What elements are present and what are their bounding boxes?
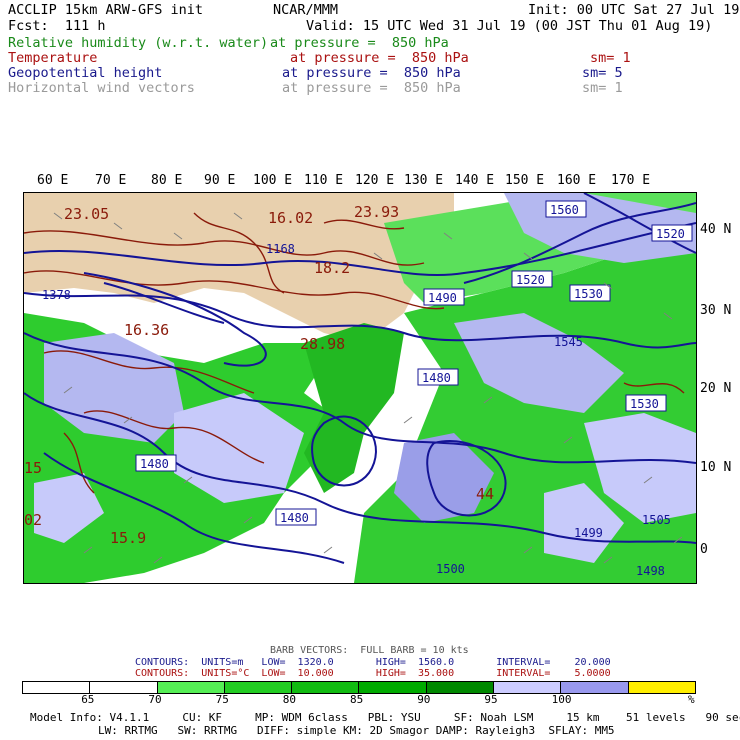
height-label: 1530	[630, 397, 659, 411]
height-label: 1480	[280, 511, 309, 525]
field-rh-pressure: at pressure = 850 hPa	[270, 35, 449, 51]
barb-legend: BARB VECTORS: FULL BARB = 10 kts	[270, 645, 469, 656]
field-rh-name: Relative humidity (w.r.t. water)	[8, 35, 269, 51]
lon-label: 150 E	[505, 173, 545, 188]
height-label: 1498	[636, 564, 665, 578]
temperature-label: 16.36	[124, 321, 169, 339]
height-label: 1505	[642, 513, 671, 527]
lat-label: 0	[700, 542, 708, 557]
lon-label: 140 E	[455, 173, 495, 188]
colorbar-segment	[494, 682, 562, 693]
rh-tick-label: 70	[148, 693, 162, 706]
colorbar-segment	[359, 682, 427, 693]
lon-label: 120 E	[355, 173, 395, 188]
height-label: 1500	[436, 562, 465, 576]
colorbar-segment	[23, 682, 91, 693]
lon-label: 170 E	[611, 173, 651, 188]
colorbar-segment	[561, 682, 629, 693]
height-label: 1490	[428, 291, 457, 305]
lat-label: 30 N	[700, 303, 732, 318]
temperature-label: 15	[24, 459, 42, 477]
field-temp-sm: sm= 1	[590, 50, 631, 66]
height-label: 1520	[656, 227, 685, 241]
temperature-label: 44	[476, 485, 494, 503]
rh-tick-label: 90	[417, 693, 431, 706]
field-temp-pressure: at pressure = 850 hPa	[290, 50, 469, 66]
lat-label: 10 N	[700, 460, 732, 475]
map-canvas: 1560 1520 1530 1520 1545 1530 1490 1480 …	[24, 193, 696, 583]
temperature-label: 23.05	[64, 205, 109, 223]
model-info-physics: LW: RRTMG SW: RRTMG DIFF: simple KM: 2D …	[98, 724, 615, 737]
height-label: 1480	[422, 371, 451, 385]
weather-map: 1560 1520 1530 1520 1545 1530 1490 1480 …	[23, 192, 697, 584]
field-temp-name: Temperature	[8, 50, 98, 66]
rh-tick-label: %	[688, 693, 695, 706]
rh-tick-label: 85	[350, 693, 364, 706]
field-height-name: Geopotential height	[8, 65, 163, 81]
field-wind-sm: sm= 1	[582, 80, 623, 96]
model-info: Model Info: V4.1.1 CU: KF MP: WDM 6class…	[30, 711, 740, 724]
height-label: 1168	[266, 242, 295, 256]
height-label: 1378	[42, 288, 71, 302]
model-title: ACCLIP 15km ARW-GFS init	[8, 2, 204, 18]
height-label: 1480	[140, 457, 169, 471]
contours-height: CONTOURS: UNITS=m LOW= 1320.0 HIGH= 1560…	[135, 657, 611, 668]
temperature-label: 16.02	[268, 209, 313, 227]
lon-label: 110 E	[304, 173, 344, 188]
rh-tick-label: 80	[282, 693, 297, 706]
colorbar-segment	[628, 682, 695, 693]
rh-tick-label: 100	[551, 693, 572, 706]
field-wind-name: Horizontal wind vectors	[8, 80, 195, 96]
height-label: 1560	[550, 203, 579, 217]
lat-label: 20 N	[700, 381, 732, 396]
colorbar-segment	[292, 682, 360, 693]
colorbar-segment	[426, 682, 495, 693]
forecast-hour: Fcst: 111 h	[8, 18, 106, 34]
colorbar-segment	[157, 682, 225, 693]
colorbar-segment	[90, 682, 158, 693]
lon-label: 100 E	[253, 173, 293, 188]
lon-label: 60 E	[37, 173, 69, 188]
lon-label: 130 E	[404, 173, 444, 188]
field-height-sm: sm= 5	[582, 65, 623, 81]
lon-label: 80 E	[151, 173, 183, 188]
temperature-label: 02	[24, 511, 42, 529]
temperature-label: 18.2	[314, 259, 350, 277]
height-label: 1545	[554, 335, 583, 349]
valid-time: Valid: 15 UTC Wed 31 Jul 19 (00 JST Thu …	[306, 18, 713, 34]
rh-tick-label: 95	[484, 693, 498, 706]
center-label: NCAR/MMM	[273, 2, 339, 18]
init-time: Init: 00 UTC Sat 27 Jul 19	[528, 2, 740, 18]
rh-tick-label: 65	[81, 693, 95, 706]
height-label: 1520	[516, 273, 545, 287]
temperature-label: 23.93	[354, 203, 399, 221]
lat-label: 40 N	[700, 222, 732, 237]
temperature-label: 28.98	[300, 335, 345, 353]
rh-tick-label: 75	[215, 693, 229, 706]
field-wind-pressure: at pressure = 850 hPa	[282, 80, 461, 96]
field-height-pressure: at pressure = 850 hPa	[282, 65, 461, 81]
temperature-label: 15.9	[110, 529, 146, 547]
lon-label: 90 E	[204, 173, 236, 188]
height-label: 1499	[574, 526, 603, 540]
height-label: 1530	[574, 287, 603, 301]
contours-temp: CONTOURS: UNITS=°C LOW= 10.000 HIGH= 35.…	[135, 668, 611, 679]
colorbar-segment	[224, 682, 293, 693]
lon-label: 160 E	[557, 173, 597, 188]
lon-label: 70 E	[95, 173, 127, 188]
